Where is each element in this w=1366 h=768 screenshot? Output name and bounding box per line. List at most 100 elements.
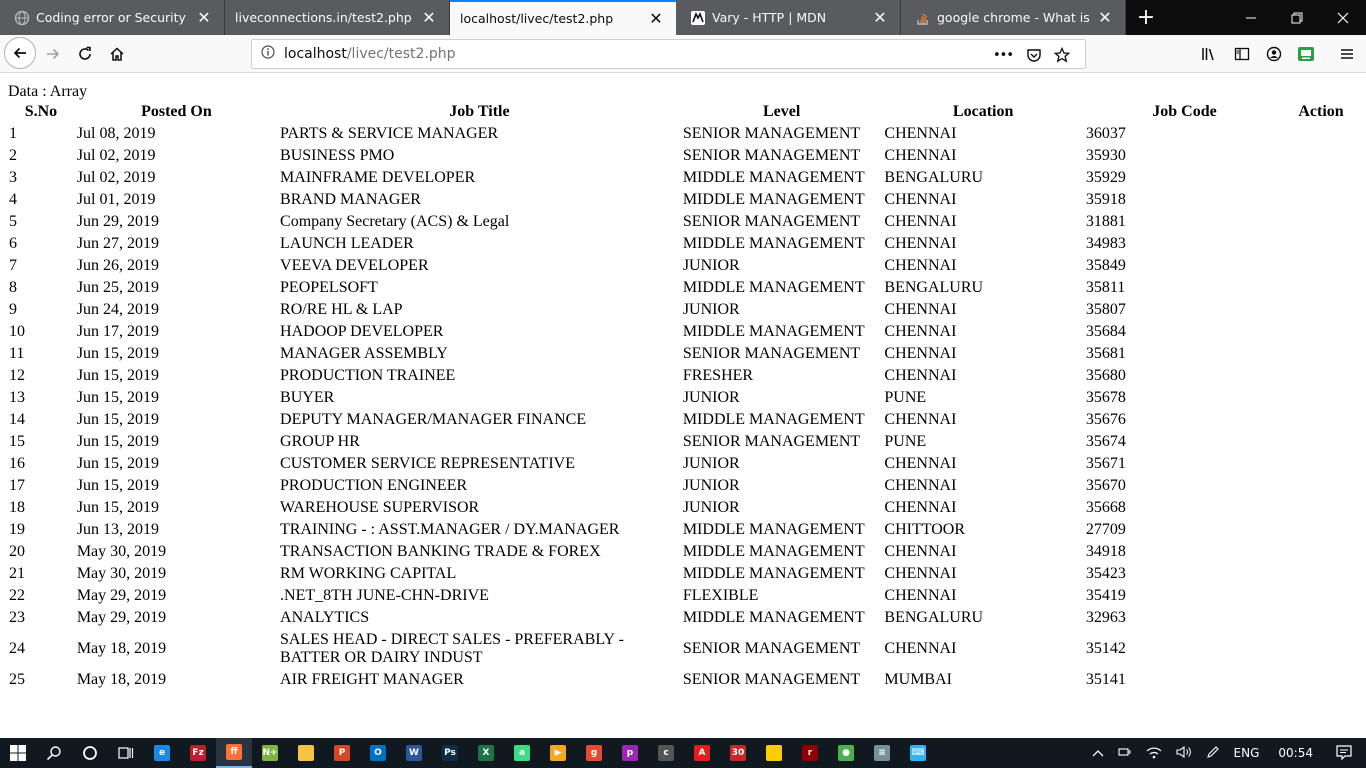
row-sno: 18 (9, 499, 25, 516)
tab-vary-mdn[interactable]: Vary - HTTP | MDN ✕ (676, 0, 901, 35)
taskbar-app-word[interactable]: W (396, 738, 432, 768)
row-job-title: GROUP HR (280, 433, 360, 450)
row-posted-on: Jun 15, 2019 (76, 389, 160, 406)
clock[interactable]: 00:54 (1278, 746, 1313, 760)
language-indicator[interactable]: ENG (1234, 746, 1260, 760)
tab-coding-error[interactable]: Coding error or Security Certific ✕ (0, 0, 225, 35)
show-hidden-icons-chevron-icon[interactable] (1092, 746, 1104, 760)
taskbar-app-excel[interactable]: X (468, 738, 504, 768)
row-job-code: 35678 (1085, 389, 1126, 406)
row-sno: 17 (9, 477, 25, 494)
forward-arrow-icon (47, 48, 60, 60)
forward-button[interactable] (38, 39, 68, 69)
taskbar-app-paint[interactable]: p (612, 738, 648, 768)
taskbar-app-edge[interactable]: e (144, 738, 180, 768)
row-action (1286, 630, 1356, 668)
row-location: CHENNAI (884, 125, 957, 142)
close-icon[interactable]: ✕ (421, 9, 437, 26)
taskbar-app-calendar-app[interactable]: 30 (720, 738, 756, 768)
minimize-button[interactable] (1228, 0, 1274, 35)
bookmark-star-icon[interactable] (1053, 46, 1071, 64)
row-job-title: HADOOP DEVELOPER (280, 323, 444, 340)
action-center-button[interactable] (1336, 744, 1352, 763)
new-tab-button[interactable]: + (1126, 0, 1166, 35)
account-button[interactable] (1259, 39, 1289, 69)
row-location: CHENNAI (884, 455, 957, 472)
column-header-level: Level (762, 103, 801, 120)
library-icon (1202, 48, 1214, 61)
paint-icon: p (622, 745, 638, 761)
table-row: 20 May 30, 2019 TRANSACTION BANKING TRADE … (8, 542, 1356, 562)
cortana-button[interactable] (72, 738, 108, 768)
notepad-plus-icon: N+ (262, 745, 278, 761)
tab-title: Vary - HTTP | MDN (712, 10, 827, 25)
back-button[interactable] (4, 37, 36, 69)
row-action (1286, 388, 1356, 408)
row-level: SENIOR MANAGEMENT (682, 640, 861, 657)
menu-button[interactable] (1332, 39, 1362, 69)
mdn-icon (690, 10, 706, 26)
library-button[interactable] (1195, 39, 1225, 69)
task-view-button[interactable] (108, 738, 144, 768)
close-window-button[interactable] (1320, 0, 1366, 35)
taskbar-app-powerpoint[interactable]: P (324, 738, 360, 768)
close-icon[interactable]: ✕ (648, 10, 664, 27)
taskbar-app-firefox[interactable]: ff (216, 738, 252, 768)
taskbar-app-notepad-plus[interactable]: N+ (252, 738, 288, 768)
row-location: CHENNAI (884, 565, 957, 582)
row-posted-on: Jun 17, 2019 (76, 323, 160, 340)
page-actions-icon[interactable]: ••• (993, 46, 1014, 64)
row-level: SENIOR MANAGEMENT (682, 671, 861, 688)
taskbar-app-notepad[interactable]: ≡ (864, 738, 900, 768)
taskbar-app-acrobat[interactable]: A (684, 738, 720, 768)
taskbar-app-chrome[interactable]: ● (828, 738, 864, 768)
extension-button[interactable] (1291, 39, 1321, 69)
taskbar-app-android-studio[interactable]: a (504, 738, 540, 768)
close-icon[interactable]: ✕ (196, 9, 212, 26)
taskbar-app-outlook[interactable]: O (360, 738, 396, 768)
table-row: 24 May 18, 2019 SALES HEAD - DIRECT SALES … (8, 630, 1356, 668)
table-row: 10 Jun 17, 2019 HADOOP DEVELOPER MIDDLE MAN… (8, 322, 1356, 342)
taskbar-app-cat-app[interactable]: c (648, 738, 684, 768)
row-sno: 2 (9, 147, 17, 164)
url-bar[interactable]: localhost/livec/test2.php ••• (251, 39, 1086, 69)
row-level: MIDDLE MANAGEMENT (682, 169, 865, 186)
row-job-code: 35676 (1085, 411, 1126, 428)
row-job-code: 35141 (1085, 671, 1126, 688)
volume-icon[interactable] (1175, 745, 1192, 762)
taskbar-app-sticky-notes[interactable] (756, 738, 792, 768)
close-icon[interactable]: ✕ (872, 9, 888, 26)
wifi-icon[interactable] (1146, 745, 1162, 762)
home-button[interactable] (102, 39, 132, 69)
power-plug-icon[interactable] (1117, 745, 1132, 762)
sidebar-button[interactable] (1227, 39, 1257, 69)
taskbar-app-keyboard-app[interactable]: ⌨ (900, 738, 936, 768)
row-job-title: PEOPELSOFT (280, 279, 378, 296)
taskbar-app-file-explorer[interactable] (288, 738, 324, 768)
pen-icon[interactable] (1206, 745, 1220, 762)
pocket-icon[interactable] (1025, 46, 1043, 64)
tab-liveconnections[interactable]: liveconnections.in/test2.php ✕ (225, 0, 450, 35)
row-location: CHENNAI (884, 477, 957, 494)
site-info-icon[interactable] (260, 45, 276, 63)
close-icon[interactable]: ✕ (1097, 9, 1113, 26)
taskbar-app-photoshop[interactable]: Ps (432, 738, 468, 768)
start-button[interactable] (0, 738, 36, 768)
row-job-code: 35670 (1085, 477, 1126, 494)
tab-localhost[interactable]: localhost/livec/test2.php ✕ (450, 0, 676, 35)
row-sno: 13 (9, 389, 25, 406)
search-button[interactable] (36, 738, 72, 768)
url-host: localhost (284, 46, 347, 62)
row-action (1286, 366, 1356, 386)
taskbar-app-git-tool[interactable]: g (576, 738, 612, 768)
taskbar-app-media-player[interactable]: ▶ (540, 738, 576, 768)
restore-button[interactable] (1274, 0, 1320, 35)
row-posted-on: Jun 13, 2019 (76, 521, 160, 538)
row-action (1286, 124, 1356, 144)
reload-button[interactable] (70, 39, 100, 69)
taskbar-app-filezilla[interactable]: Fz (180, 738, 216, 768)
taskbar-app-security-app[interactable]: r (792, 738, 828, 768)
tab-google-chrome-question[interactable]: google chrome - What is the "I ✕ (901, 0, 1126, 35)
cortana-icon (83, 746, 97, 760)
row-posted-on: Jun 24, 2019 (76, 301, 160, 318)
